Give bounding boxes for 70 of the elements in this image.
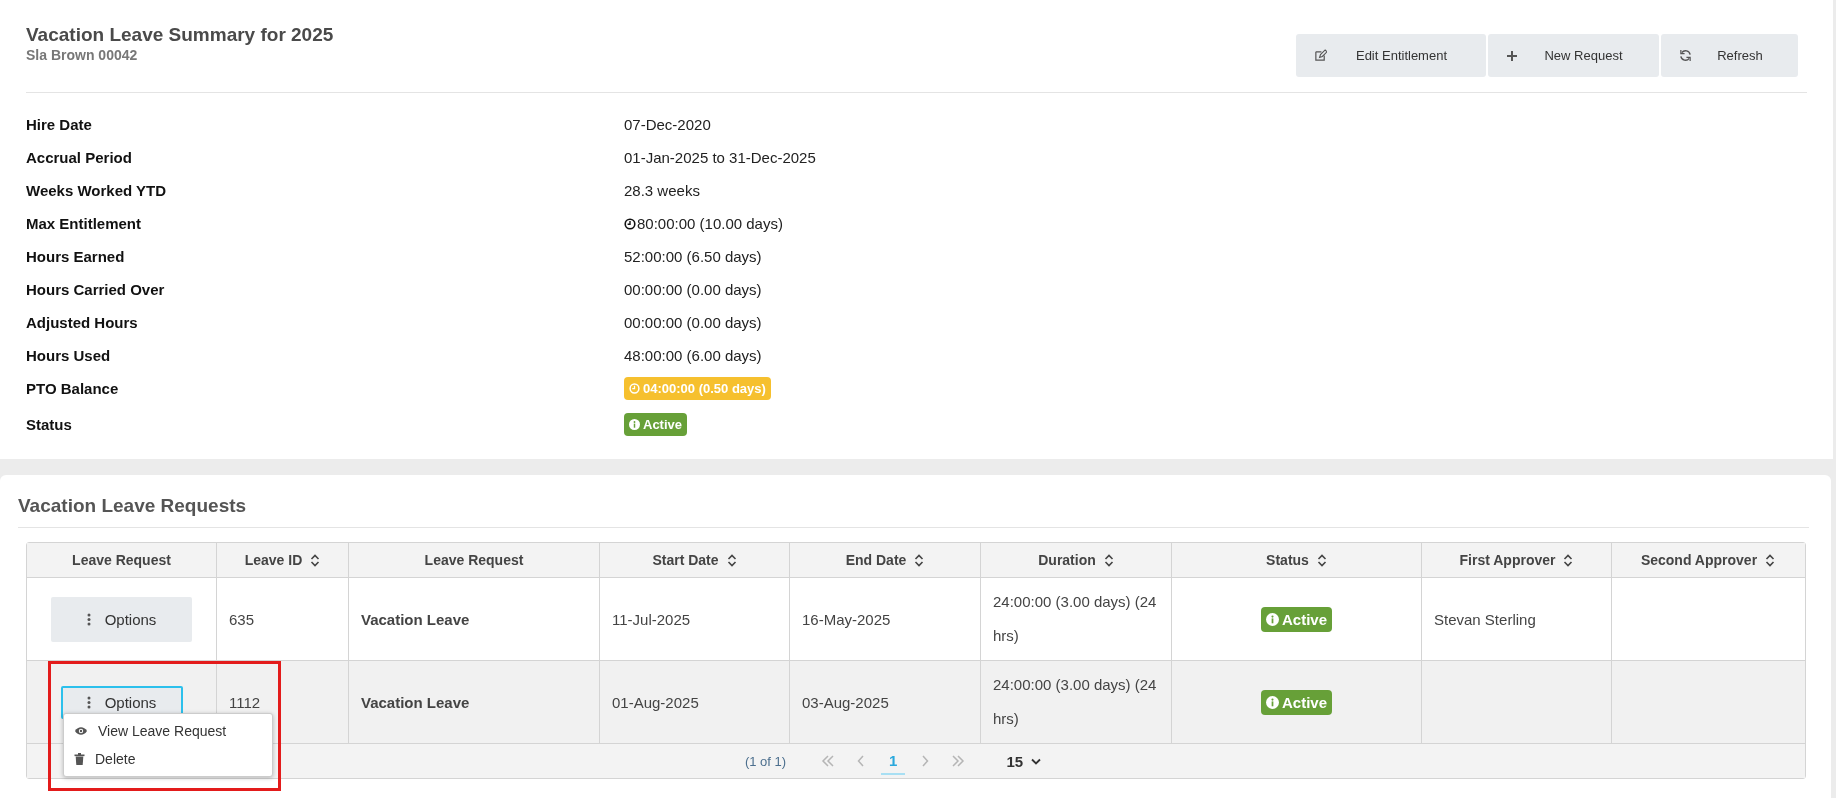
detail-value: 52:00:00 (6.50 days) [624,248,762,265]
column-header: Leave Request [27,543,217,577]
table-cell: 11-Jul-2025 [612,610,691,628]
kebab-icon [86,695,91,709]
sort-icon [310,553,321,567]
sort-icon [726,553,737,567]
detail-value: 28.3 weeks [624,182,700,199]
status-badge: Active [624,412,688,436]
detail-value: 80:00:00 (10.00 days) [637,215,783,232]
table-cell: 03-Aug-2025 [802,693,889,711]
table-cell: Vacation Leave [361,693,470,711]
trash-icon [74,753,85,765]
menu-item[interactable]: View Leave Request [64,717,272,745]
table-cell-text: 24:00:00 (3.00 days) (24 hrs) [993,592,1158,646]
detail-value: 00:00:00 (0.00 days) [624,281,762,298]
column-header: Leave Request [349,543,600,577]
column-header[interactable]: End Date [790,543,981,577]
table-cell: 01-Aug-2025 [612,693,699,711]
column-header[interactable]: Leave ID [217,543,349,577]
rows-per-page-dropdown[interactable]: 15 [1000,751,1048,771]
sort-icon [1765,553,1776,567]
refresh-button[interactable]: Refresh [1661,34,1798,77]
detail-label: Weeks Worked YTD [26,182,168,199]
detail-label: PTO Balance [26,380,120,397]
detail-label: Hours Earned [26,248,126,265]
page-summary: (1 of 1) [744,753,787,769]
sort-icon [1316,553,1327,567]
edit-entitlement-button[interactable]: Edit Entitlement [1296,34,1486,77]
sort-icon [1563,553,1574,567]
status-badge: Active [1261,689,1332,715]
detail-label: Hours Carried Over [26,281,166,298]
edit-icon [1314,49,1327,62]
table-cell-text: 24:00:00 (3.00 days) (24 hrs) [993,675,1158,729]
summary-title: Vacation Leave Summary for 2025 [26,24,334,46]
detail-label: Accrual Period [26,149,133,166]
table-row[interactable]: Options 635 Vacation Leave 11-Jul-2025 16-May-2025 24:00:00 (3.00 days) (24 hrs) Active Stevan Sterling [27,578,1805,661]
plus-icon [1506,49,1518,62]
detail-label: Max Entitlement [26,215,143,232]
chevron-down-icon [1031,757,1042,765]
table-cell: Stevan Sterling [1434,610,1536,628]
detail-value: 00:00:00 (0.00 days) [624,314,762,331]
sort-icon [1103,553,1114,567]
column-header[interactable]: Start Date [600,543,790,577]
column-header[interactable]: First Approver [1422,543,1612,577]
column-header[interactable]: Status [1172,543,1422,577]
detail-value: 01-Jan-2025 to 31-Dec-2025 [624,149,816,166]
balance-badge: 04:00:00 (0.50 days) [624,377,771,400]
menu-item[interactable]: Delete [64,745,272,773]
options-button[interactable]: Options [51,596,192,642]
eye-icon [74,726,88,736]
section-title: Vacation Leave Requests [18,495,248,517]
clock-icon [624,217,636,230]
table-cell: 1112 [229,693,261,711]
table-cell: 635 [229,610,255,628]
detail-label: Hours Used [26,347,112,364]
detail-label: Adjusted Hours [26,314,139,331]
column-header[interactable]: Second Approver [1612,543,1804,577]
refresh-icon [1679,49,1692,62]
table-cell: 16-May-2025 [802,610,891,628]
detail-label: Status [26,415,73,433]
kebab-icon [86,612,91,626]
column-header[interactable]: Duration [981,543,1172,577]
new-request-button[interactable]: New Request [1488,34,1659,77]
status-badge: Active [1261,606,1332,632]
detail-value: 48:00:00 (6.00 days) [624,347,762,364]
employee-name: Sla Brown 00042 [26,47,139,63]
detail-value: 07-Dec-2020 [624,116,711,133]
table-cell: Vacation Leave [361,610,470,628]
detail-label: Hire Date [26,116,93,133]
sort-icon [914,553,925,567]
